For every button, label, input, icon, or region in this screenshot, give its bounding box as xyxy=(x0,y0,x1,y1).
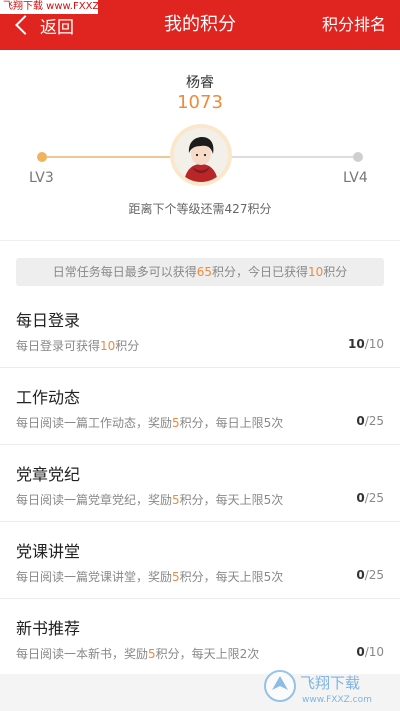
task-progress: 0/25 xyxy=(356,491,384,505)
summary-text-2: 积分，今日已获得 xyxy=(211,265,308,279)
level-current-dot xyxy=(37,152,47,162)
task-description: 每日阅读一篇党课讲堂，奖励5积分，每天上限5次 xyxy=(16,570,284,584)
task-item-work-news[interactable]: 工作动态 每日阅读一篇工作动态，奖励5积分，每日上限5次 0/25 xyxy=(0,368,400,445)
site-logo-watermark: 飞翔下载 www.FXXZ.com xyxy=(264,670,372,705)
task-item-daily-login[interactable]: 每日登录 每日登录可获得10积分 10/10 xyxy=(0,291,400,368)
task-description: 每日登录可获得10积分 xyxy=(16,339,140,353)
task-item-party-rules[interactable]: 党章党纪 每日阅读一篇党章党纪，奖励5积分，每天上限5次 0/25 xyxy=(0,445,400,522)
task-name: 每日登录 xyxy=(16,311,81,330)
level-progress-done xyxy=(42,156,172,158)
task-progress: 10/10 xyxy=(347,337,384,351)
summary-max-points: 65 xyxy=(196,265,212,279)
task-item-party-lecture[interactable]: 党课讲堂 每日阅读一篇党课讲堂，奖励5积分，每天上限5次 0/25 xyxy=(0,522,400,599)
divider xyxy=(0,240,400,241)
points-to-next-level: 距离下个等级还需427积分 xyxy=(128,202,272,216)
points-total: 1073 xyxy=(177,92,223,113)
watermark-top: 飞翔下载 www.FXXZ.com xyxy=(0,0,98,14)
level-next-dot xyxy=(353,152,363,162)
summary-earned-points: 10 xyxy=(308,265,324,279)
task-progress: 0/25 xyxy=(356,414,384,428)
task-item-new-books[interactable]: 新书推荐 每日阅读一本新书，奖励5积分，每天上限2次 0/10 xyxy=(0,599,400,676)
level-progress-remaining xyxy=(230,156,358,158)
task-progress: 0/10 xyxy=(356,645,384,659)
task-description: 每日阅读一篇党章党纪，奖励5积分，每天上限5次 xyxy=(16,493,284,507)
task-name: 党课讲堂 xyxy=(16,542,81,561)
level-next-label: LV4 xyxy=(343,170,368,186)
summary-text-1: 日常任务每日最多可以获得 xyxy=(52,265,197,279)
avatar[interactable] xyxy=(170,124,232,186)
user-name: 杨睿 xyxy=(186,75,214,91)
task-description: 每日阅读一篇工作动态，奖励5积分，每日上限5次 xyxy=(16,416,284,430)
summary-text-3: 积分 xyxy=(323,265,348,279)
points-ranking-button[interactable]: 积分排名 xyxy=(322,0,386,50)
task-progress: 0/25 xyxy=(356,568,384,582)
logo-text: 飞翔下载 xyxy=(300,674,360,692)
task-name: 新书推荐 xyxy=(16,619,81,638)
task-description: 每日阅读一本新书，奖励5积分，每天上限2次 xyxy=(16,647,260,661)
logo-url: www.FXXZ.com xyxy=(302,695,372,705)
profile-section: 杨睿 1073 LV3 LV4 距离下个等级还需427积分 xyxy=(0,50,400,240)
daily-summary-bar: 日常任务每日最多可以获得65积分，今日已获得10积分 xyxy=(16,258,384,286)
avatar-image xyxy=(174,128,228,182)
task-name: 党章党纪 xyxy=(16,465,81,484)
task-name: 工作动态 xyxy=(16,388,81,407)
level-current-label: LV3 xyxy=(29,170,54,186)
